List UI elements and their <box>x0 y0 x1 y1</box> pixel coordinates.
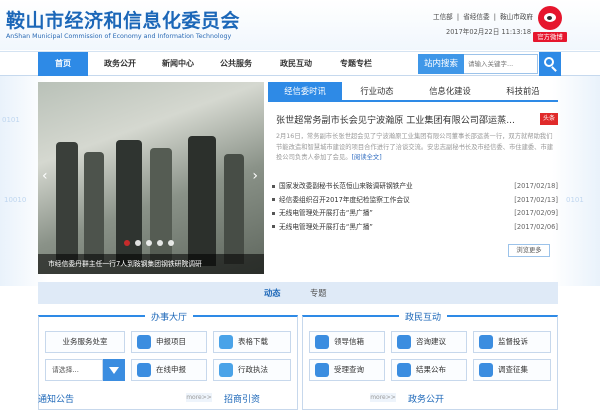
search-icon <box>315 363 329 377</box>
law-enforcement-button[interactable]: 行政执法 <box>213 359 291 381</box>
nav-special[interactable]: 专题专栏 <box>331 52 381 76</box>
nav-news-center[interactable]: 新闻中心 <box>153 52 203 76</box>
link-provincial[interactable]: 省经信委 <box>463 13 489 21</box>
investment-title[interactable]: 招商引资 <box>224 392 260 405</box>
browse-more-button[interactable]: 浏览更多 <box>508 244 550 257</box>
bottom-sections: 通知公告 more>> 招商引资 more>> 政务公开 <box>38 392 558 410</box>
image-slider[interactable]: ‹ › 市经信委丹群主任一行7人到鞍钢集团钢铁研院调研 <box>38 82 264 274</box>
slider-dot[interactable] <box>168 240 174 246</box>
main-nav: 首页 政务公开 新闻中心 公共服务 政民互动 专题专栏 站内搜索 <box>0 51 600 76</box>
search-button[interactable] <box>539 52 561 76</box>
survey-icon <box>479 363 493 377</box>
search-label: 站内搜索 <box>418 54 464 74</box>
read-more-link[interactable]: [阅读全文] <box>352 154 382 161</box>
tab-commission-news[interactable]: 经信委时讯 <box>268 82 342 100</box>
list-item[interactable]: 国家发改委副秘书长范恒山来鞍调研钢铁产业 [2017/02/18] <box>272 180 558 194</box>
search-input[interactable] <box>464 54 538 74</box>
weibo-link[interactable]: 官方微博 <box>533 6 567 42</box>
slider-dot[interactable] <box>124 240 130 246</box>
nav-interaction[interactable]: 政民互动 <box>271 52 321 76</box>
interaction-title: 政民互动 <box>399 311 448 325</box>
slider-dot[interactable] <box>157 240 163 246</box>
notice-more-link[interactable]: more>> <box>186 393 212 402</box>
online-declare-button[interactable]: 在线申报 <box>131 359 207 381</box>
headline-badge: 头条 <box>540 113 558 125</box>
slider-caption[interactable]: 市经信委丹群主任一行7人到鞍钢集团钢铁研院调研 <box>38 254 264 274</box>
declare-project-button[interactable]: 申报项目 <box>131 331 207 353</box>
site-header: 鞍山市经济和信息化委员会 AnShan Municipal Commission… <box>0 0 600 50</box>
tab-informatization[interactable]: 信息化建设 <box>412 82 488 100</box>
mail-icon <box>315 335 329 349</box>
next-arrow-icon[interactable]: › <box>252 168 258 184</box>
consult-suggest-button[interactable]: 咨询建议 <box>391 331 467 353</box>
nav-home[interactable]: 首页 <box>38 52 88 76</box>
dynamic-tabs-bar: 动态 专题 <box>38 282 558 304</box>
news-panel: 经信委时讯 行业动态 信息化建设 科技前沿 张世超常务副市长会见宁波瀚原 工业集… <box>268 82 558 274</box>
results-button[interactable]: 结果公布 <box>391 359 467 381</box>
top-links: 工信部 | 省经信委 | 鞍山市政府 <box>433 13 534 21</box>
news-tabs: 经信委时讯 行业动态 信息化建设 科技前沿 <box>268 82 558 102</box>
online-icon <box>137 363 151 377</box>
department-button[interactable]: 业务服务处室 <box>45 331 125 353</box>
leader-mailbox-button[interactable]: 领导信箱 <box>309 331 385 353</box>
tab-dynamic[interactable]: 动态 <box>264 282 281 304</box>
list-item[interactable]: 经信委组织召开2017年度纪检监察工作会议 [2017/02/13] <box>272 194 558 208</box>
list-icon <box>397 363 411 377</box>
survey-button[interactable]: 调查征集 <box>473 359 551 381</box>
headline-summary: 2月16日，常务副市长张世超会见了宁波瀚原工业集团有限公司董事长邵运蒸一行，双方… <box>276 133 554 161</box>
slider-dots <box>124 239 179 248</box>
chat-icon <box>397 335 411 349</box>
tab-topic[interactable]: 专题 <box>310 282 327 304</box>
edit-icon <box>479 335 493 349</box>
news-list: 国家发改委副秘书长范恒山来鞍调研钢铁产业 [2017/02/18] 经信委组织召开… <box>272 180 558 234</box>
document-icon <box>137 335 151 349</box>
weibo-label: 官方微博 <box>533 32 567 42</box>
current-datetime: 2017年02月22日 11:13:18 <box>446 28 532 36</box>
nav-gov-affairs[interactable]: 政务公开 <box>95 52 145 76</box>
site-subtitle: AnShan Municipal Commission of Economy a… <box>6 33 232 40</box>
link-miit[interactable]: 工信部 <box>433 13 453 21</box>
chevron-down-icon[interactable] <box>103 359 125 381</box>
download-icon <box>219 335 233 349</box>
prev-arrow-icon[interactable]: ‹ <box>42 168 48 184</box>
form-download-button[interactable]: 表格下载 <box>213 331 291 353</box>
complaint-button[interactable]: 监督投诉 <box>473 331 551 353</box>
slider-dot[interactable] <box>146 240 152 246</box>
headline-title[interactable]: 张世超常务副市长会见宁波瀚原 工业集团有限公司邵运蒸... <box>276 112 515 126</box>
service-hall-title: 办事大厅 <box>145 311 194 325</box>
query-button[interactable]: 受理查询 <box>309 359 385 381</box>
list-item[interactable]: 无线电管理处开展打击“黑广播” [2017/02/06] <box>272 221 558 235</box>
site-title[interactable]: 鞍山市经济和信息化委员会 <box>6 6 240 33</box>
link-city-gov[interactable]: 鞍山市政府 <box>500 13 533 21</box>
nav-public-service[interactable]: 公共服务 <box>211 52 261 76</box>
department-select[interactable]: 请选择... <box>45 359 103 381</box>
notice-title[interactable]: 通知公告 <box>38 392 74 405</box>
tab-industry[interactable]: 行业动态 <box>342 82 412 100</box>
tab-tech-frontier[interactable]: 科技前沿 <box>488 82 558 100</box>
gov-open-title[interactable]: 政务公开 <box>408 392 444 405</box>
weibo-icon <box>538 6 562 30</box>
gavel-icon <box>219 363 233 377</box>
slider-dot[interactable] <box>135 240 141 246</box>
list-item[interactable]: 无线电管理处开展打击“黑广播” [2017/02/09] <box>272 207 558 221</box>
investment-more-link[interactable]: more>> <box>370 393 396 402</box>
